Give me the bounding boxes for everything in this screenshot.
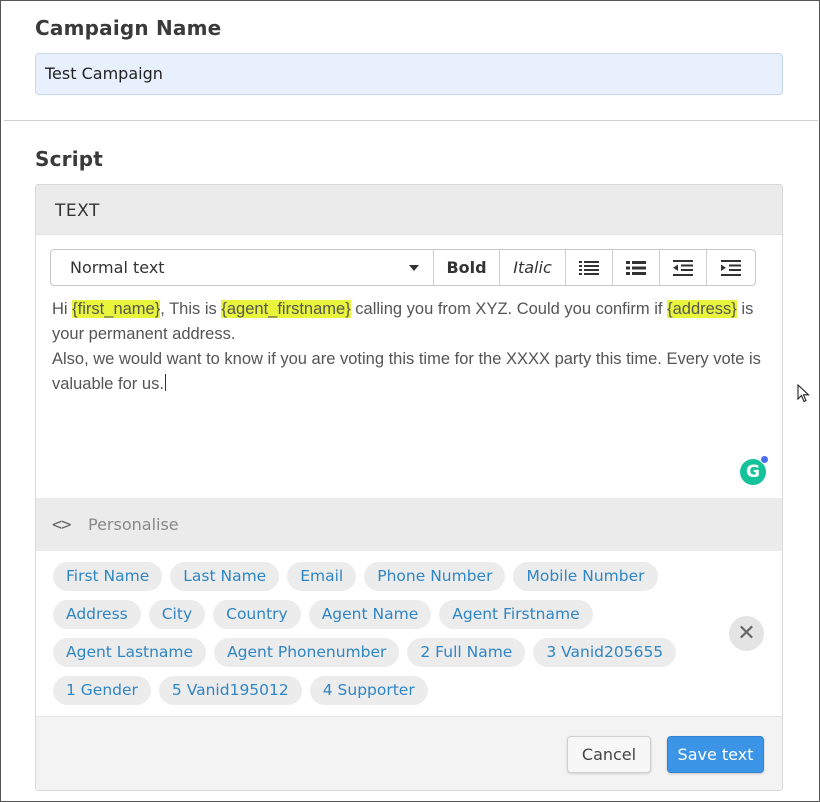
tag-vanid205655[interactable]: 3 Vanid205655	[533, 638, 677, 667]
script-text-line-2: Also, we would want to know if you are v…	[52, 350, 761, 393]
personalise-tags: First Name Last Name Email Phone Number …	[53, 562, 703, 705]
indent-button[interactable]	[707, 250, 754, 285]
close-icon: ✕	[737, 621, 756, 646]
script-text: , This is	[160, 300, 222, 318]
tag-gender[interactable]: 1 Gender	[53, 676, 151, 705]
italic-button[interactable]: Italic	[500, 250, 566, 285]
cancel-button[interactable]: Cancel	[567, 736, 651, 773]
tag-city[interactable]: City	[148, 600, 206, 629]
text-format-value: Normal text	[70, 258, 165, 277]
card-footer: Cancel Save text	[36, 716, 782, 790]
tag-vanid195012[interactable]: 5 Vanid195012	[158, 676, 302, 705]
ordered-list-button[interactable]	[566, 250, 613, 285]
tag-agent-lastname[interactable]: Agent Lastname	[53, 638, 207, 667]
grammarly-letter: G	[746, 462, 760, 482]
section-divider	[4, 120, 818, 121]
script-heading: Script	[35, 147, 104, 171]
tag-phone-number[interactable]: Phone Number	[364, 562, 506, 591]
tag-country[interactable]: Country	[213, 600, 301, 629]
tag-agent-firstname[interactable]: Agent Firstname	[439, 600, 593, 629]
tag-supporter[interactable]: 4 Supporter	[309, 676, 428, 705]
outdent-button[interactable]	[660, 250, 707, 285]
grammarly-notification-dot	[760, 455, 769, 464]
script-card: TEXT Normal text Bold Italic Hi {first_n…	[35, 184, 783, 791]
unordered-list-button[interactable]	[613, 250, 660, 285]
tag-first-name[interactable]: First Name	[53, 562, 163, 591]
campaign-name-input[interactable]: Test Campaign	[35, 53, 783, 95]
script-text: Hi	[52, 300, 73, 318]
text-caret	[164, 374, 166, 391]
tag-last-name[interactable]: Last Name	[170, 562, 280, 591]
tag-mobile-number[interactable]: Mobile Number	[513, 562, 658, 591]
mouse-pointer-icon	[797, 384, 810, 403]
indent-icon	[720, 259, 741, 276]
tag-agent-phonenumber[interactable]: Agent Phonenumber	[214, 638, 400, 667]
script-text: calling you from XYZ. Could you confirm …	[350, 300, 668, 318]
script-editor[interactable]: Hi {first_name}, This is {agent_firstnam…	[52, 297, 762, 397]
tag-email[interactable]: Email	[287, 562, 357, 591]
bold-button[interactable]: Bold	[434, 250, 500, 285]
grammarly-icon[interactable]: G	[740, 455, 769, 485]
tag-full-name[interactable]: 2 Full Name	[407, 638, 526, 667]
tag-agent-name[interactable]: Agent Name	[308, 600, 432, 629]
close-personalise-button[interactable]: ✕	[729, 616, 764, 651]
script-card-header: TEXT	[36, 185, 782, 235]
text-format-select[interactable]: Normal text	[51, 250, 434, 285]
code-icon: <>	[52, 515, 72, 535]
merge-field-first-name: {first_name}	[72, 300, 161, 318]
tag-address[interactable]: Address	[53, 600, 141, 629]
editor-toolbar: Normal text Bold Italic	[50, 249, 756, 286]
campaign-name-heading: Campaign Name	[35, 16, 222, 40]
script-card-title: TEXT	[55, 201, 100, 221]
outdent-icon	[673, 259, 693, 276]
ordered-list-icon	[579, 260, 599, 275]
personalise-label: Personalise	[88, 515, 179, 534]
merge-field-address: {address}	[667, 300, 737, 318]
personalise-toggle[interactable]: <> Personalise	[36, 498, 782, 551]
save-text-button[interactable]: Save text	[667, 736, 764, 773]
unordered-list-icon	[626, 260, 646, 275]
merge-field-agent-firstname: {agent_firstname}	[221, 300, 351, 318]
chevron-down-icon	[409, 265, 419, 271]
